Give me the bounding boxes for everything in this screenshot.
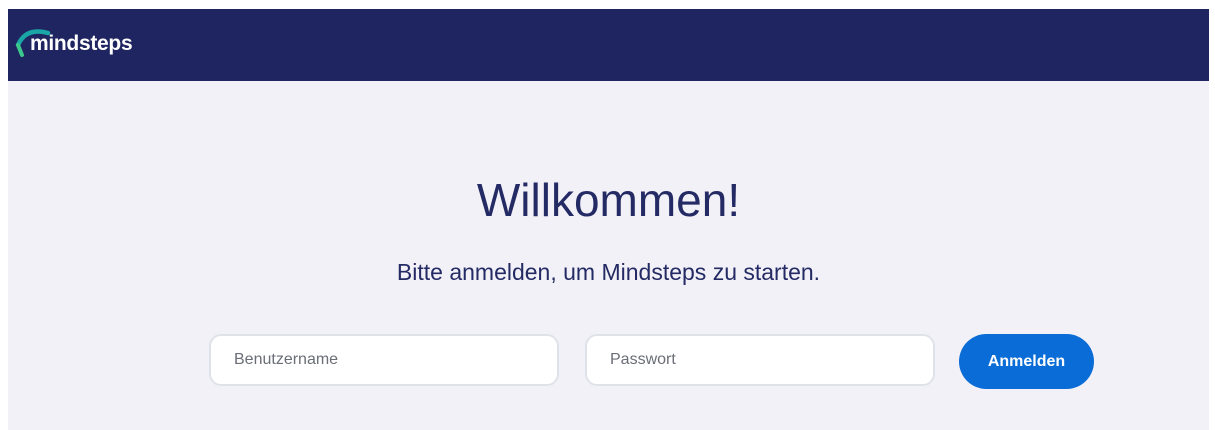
subtitle-text: Bitte anmelden, um Mindsteps zu starten. — [396, 259, 821, 285]
login-button[interactable]: Anmelden — [959, 334, 1094, 389]
page-title: Willkommen! — [476, 174, 741, 226]
top-bar: mindsteps — [8, 9, 1209, 81]
password-field[interactable] — [585, 334, 935, 386]
page: mindsteps Willkommen! Bitte anmelden, um… — [8, 9, 1209, 430]
page-subtitle: Bitte anmelden, um Mindsteps zu starten. — [8, 261, 1209, 284]
mindsteps-logo[interactable]: mindsteps — [14, 23, 174, 59]
logo-wordmark: mindsteps — [30, 32, 133, 55]
username-field[interactable] — [209, 334, 559, 386]
